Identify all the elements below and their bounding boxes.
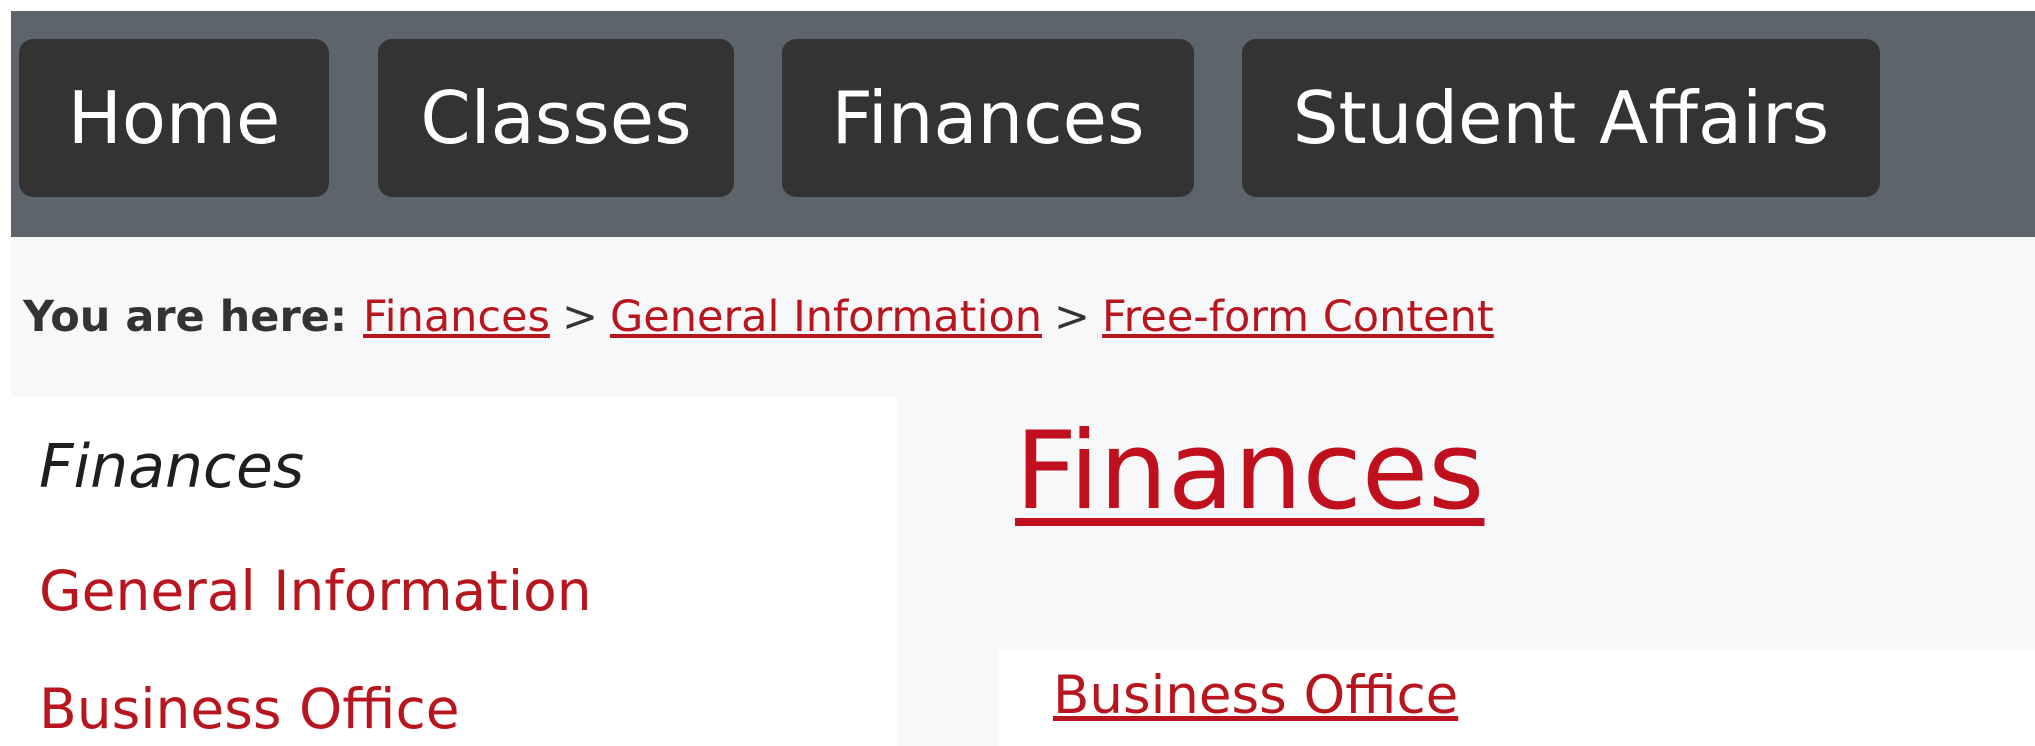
nav-home-button[interactable]: Home (19, 39, 329, 197)
breadcrumb-prefix: You are here: (23, 292, 348, 342)
content-link-business-office[interactable]: Business Office (1053, 661, 1458, 731)
page-title[interactable]: Finances (1015, 407, 1484, 537)
top-navigation-bar: Home Classes Finances Student Affairs (11, 11, 2035, 237)
nav-classes-button[interactable]: Classes (378, 39, 734, 197)
sidebar-item-general-information[interactable]: General Information (39, 555, 592, 627)
sidebar-item-business-office[interactable]: Business Office (39, 673, 460, 745)
breadcrumb-separator: > (561, 292, 598, 342)
content-panel: Business Office (999, 649, 2035, 746)
breadcrumb-link-free-form-content[interactable]: Free-form Content (1102, 292, 1494, 342)
sidebar-title: Finances (39, 432, 305, 502)
sidebar: Finances General Information Business Of… (11, 397, 897, 746)
breadcrumb-link-finances[interactable]: Finances (363, 292, 550, 342)
nav-student-affairs-button[interactable]: Student Affairs (1242, 39, 1880, 197)
breadcrumb: You are here: Finances > General Informatio… (23, 289, 1494, 345)
breadcrumb-separator: > (1054, 292, 1091, 342)
breadcrumb-link-general-information[interactable]: General Information (610, 292, 1042, 342)
page-frame: Home Classes Finances Student Affairs Yo… (11, 11, 2035, 746)
nav-finances-button[interactable]: Finances (782, 39, 1194, 197)
